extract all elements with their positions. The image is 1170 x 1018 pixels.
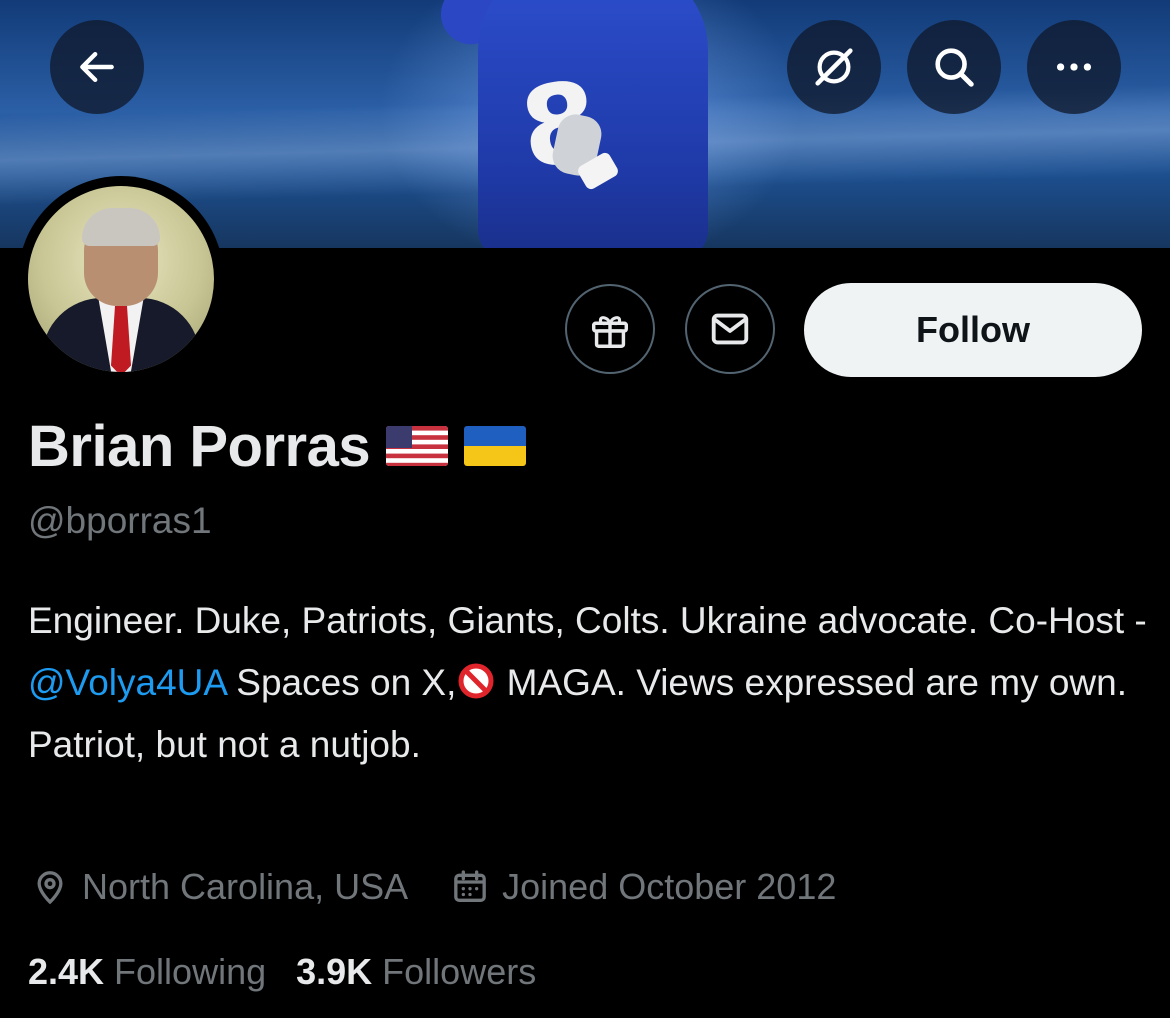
followers-link[interactable]: 3.9K Followers <box>296 951 536 993</box>
slashed-circle-icon <box>815 48 853 86</box>
display-name-text: Brian Porras <box>28 413 371 479</box>
gift-icon <box>591 316 629 348</box>
ukraine-flag-icon <box>464 426 527 466</box>
location-text: North Carolina, USA <box>82 866 409 907</box>
more-horizontal-icon <box>1056 63 1092 71</box>
location-item: North Carolina, USA <box>30 866 408 908</box>
follow-button[interactable]: Follow <box>804 283 1142 377</box>
following-count: 2.4K <box>28 951 105 992</box>
display-name: Brian Porras <box>28 410 527 482</box>
bio-text-2: Spaces on X, <box>226 662 457 703</box>
followers-count: 3.9K <box>296 951 373 992</box>
user-handle: @bporras1 <box>28 500 212 541</box>
location-pin-icon <box>37 871 63 905</box>
message-button[interactable] <box>685 284 775 374</box>
search-icon <box>935 48 974 87</box>
joined-item: Joined October 2012 <box>450 866 836 908</box>
us-flag-icon <box>386 426 449 466</box>
subscribe-gift-button[interactable] <box>565 284 655 374</box>
calendar-icon <box>454 870 486 902</box>
followers-label: Followers <box>382 951 537 992</box>
profile-meta: North Carolina, USA Joined October 2012 <box>30 862 836 912</box>
back-button[interactable] <box>50 20 144 114</box>
follow-stats: 2.4K Following 3.9K Followers <box>28 948 536 996</box>
grok-button[interactable] <box>787 20 881 114</box>
bio-text-1: Engineer. Duke, Patriots, Giants, Colts.… <box>28 600 1147 641</box>
profile-bio: Engineer. Duke, Patriots, Giants, Colts.… <box>28 590 1148 776</box>
search-button[interactable] <box>907 20 1001 114</box>
bio-mention-link[interactable]: @Volya4UA <box>28 662 226 703</box>
avatar[interactable] <box>28 186 214 372</box>
prohibited-icon <box>458 663 494 699</box>
joined-text: Joined October 2012 <box>502 866 837 907</box>
avatar-hair <box>82 208 160 246</box>
more-button[interactable] <box>1027 20 1121 114</box>
following-label: Following <box>114 951 267 992</box>
envelope-icon <box>711 313 749 345</box>
arrow-left-icon <box>80 51 114 83</box>
following-link[interactable]: 2.4K Following <box>28 951 266 993</box>
